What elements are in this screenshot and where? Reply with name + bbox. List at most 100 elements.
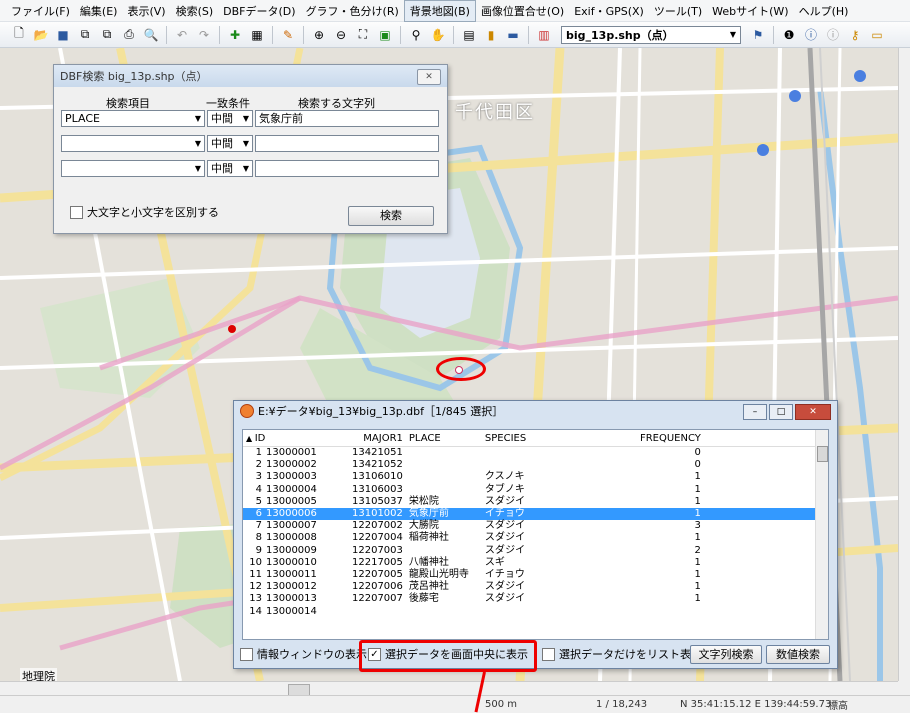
close-icon[interactable]: ✕ bbox=[417, 69, 441, 85]
column-header-id[interactable]: ▲ ID bbox=[243, 430, 320, 447]
table-row[interactable]: 2 13000002 13421052 0 bbox=[243, 459, 817, 471]
checkbox-box[interactable] bbox=[70, 205, 83, 219]
menu-item[interactable]: ヘルプ(H) bbox=[794, 1, 854, 21]
list-selected-only-checkbox[interactable]: 選択データだけをリスト表示 bbox=[542, 646, 702, 662]
cell-major1: 13421052 bbox=[352, 459, 403, 471]
close-icon[interactable]: ✕ bbox=[795, 404, 831, 420]
table-row[interactable]: 9 13000009 12207003 スダジイ 2 bbox=[243, 545, 817, 557]
table-row[interactable]: 13 13000013 12207007 後藤宅 スダジイ 1 bbox=[243, 593, 817, 605]
layer-settings-icon[interactable]: ⚑ bbox=[749, 26, 767, 44]
cell-place bbox=[406, 484, 482, 496]
map-horizontal-scrollbar[interactable] bbox=[0, 681, 898, 696]
redo-icon[interactable]: ↷ bbox=[195, 26, 213, 44]
show-info-window-checkbox[interactable]: 情報ウィンドウの表示 bbox=[240, 646, 367, 662]
zoom-out-icon[interactable]: ⊖ bbox=[332, 26, 350, 44]
table-row[interactable]: 1 13000001 13421051 0 bbox=[243, 447, 817, 460]
table-row[interactable]: 12 13000012 12207006 茂呂神社 スダジイ 1 bbox=[243, 581, 817, 593]
menu-item[interactable]: ツール(T) bbox=[649, 1, 707, 21]
menu-item[interactable]: 画像位置合せ(O) bbox=[476, 1, 569, 21]
open-icon[interactable]: 📂 bbox=[32, 26, 50, 44]
field-select[interactable]: ▼ bbox=[61, 135, 205, 152]
checkbox-box[interactable] bbox=[240, 647, 253, 661]
probe-icon[interactable]: ⚷ bbox=[846, 26, 864, 44]
match-select[interactable]: 中間 ▼ bbox=[207, 135, 253, 152]
edit-icon[interactable]: ✎ bbox=[279, 26, 297, 44]
numeric-search-button[interactable]: 数値検索 bbox=[766, 644, 830, 664]
attribute-table[interactable]: ▲ ID MAJOR1 PLACE SPECIES FREQUENCY 1 130… bbox=[242, 429, 829, 640]
add-layer-icon[interactable]: ✚ bbox=[226, 26, 244, 44]
zoom-layer-icon[interactable]: ▣ bbox=[376, 26, 394, 44]
column-header-place[interactable]: PLACE bbox=[405, 430, 482, 447]
cell-major1: 13101002 bbox=[319, 507, 406, 521]
table-row[interactable]: 8 13000008 12207004 稲荷神社 スダジイ 1 bbox=[243, 532, 817, 544]
match-select[interactable]: 中間 ▼ bbox=[207, 160, 253, 177]
status-coords: N 35:41:15.12 E 139:44:59.73 bbox=[680, 699, 832, 710]
zoom-extent-icon[interactable]: ⛶ bbox=[354, 26, 372, 44]
layer-manager-icon[interactable]: ▦ bbox=[248, 26, 266, 44]
paste-icon[interactable]: ⧉ bbox=[98, 26, 116, 44]
menu-item[interactable]: ファイル(F) bbox=[6, 1, 75, 21]
match-select-value: 中間 bbox=[211, 162, 233, 175]
map-vertical-scrollbar[interactable] bbox=[898, 48, 910, 681]
id-value: 13000012 bbox=[266, 581, 317, 593]
table-row[interactable]: 3 13000003 13106010 クスノキ 1 bbox=[243, 471, 817, 483]
info2-icon[interactable]: ⓘ bbox=[802, 26, 820, 44]
column-header-frequency[interactable]: FREQUENCY bbox=[567, 430, 704, 447]
menu-item[interactable]: 編集(E) bbox=[75, 1, 123, 21]
case-sensitive-checkbox[interactable]: 大文字と小文字を区別する bbox=[70, 204, 219, 220]
menu-item[interactable]: DBFデータ(D) bbox=[218, 1, 300, 21]
field-select[interactable]: ▼ bbox=[61, 160, 205, 177]
field-column-header: 検索項目 bbox=[106, 97, 150, 110]
row-number: 5 bbox=[255, 495, 262, 507]
table-row[interactable]: 5 13000005 13105037 栄松院 スダジイ 1 bbox=[243, 496, 817, 508]
info3-icon[interactable]: ⓘ bbox=[824, 26, 842, 44]
layer-select[interactable]: big_13p.shp（点） ▼ bbox=[561, 25, 741, 44]
copy-icon[interactable]: ⧉ bbox=[76, 26, 94, 44]
column-header-major1[interactable]: MAJOR1 bbox=[319, 430, 406, 447]
table-row[interactable]: 11 13000011 12207005 龍殿山光明寺 イチョウ 1 bbox=[243, 569, 817, 581]
find-icon[interactable]: ⚲ bbox=[407, 26, 425, 44]
new-icon[interactable]: 🗋 bbox=[10, 26, 28, 44]
classify-icon[interactable]: ▥ bbox=[535, 26, 553, 44]
maximize-icon[interactable]: □ bbox=[769, 404, 793, 420]
table-row[interactable]: 14 13000014 bbox=[243, 605, 817, 617]
undo-icon[interactable]: ↶ bbox=[173, 26, 191, 44]
print-icon[interactable]: ⎙ bbox=[120, 26, 138, 44]
pan-icon[interactable]: ✋ bbox=[429, 26, 447, 44]
cell-frequency: 1 bbox=[694, 593, 701, 605]
table-row[interactable]: 4 13000004 13106003 タブノキ 1 bbox=[243, 484, 817, 496]
search-text-input[interactable]: 気象庁前 bbox=[255, 110, 439, 127]
table-row[interactable]: 7 13000007 12207002 大勝院 スダジイ 3 bbox=[243, 520, 817, 532]
cell-species: イチョウ bbox=[481, 507, 568, 521]
search-text-input[interactable] bbox=[255, 160, 439, 177]
checkbox-box[interactable] bbox=[542, 647, 555, 661]
preview-icon[interactable]: 🔍 bbox=[142, 26, 160, 44]
field-select[interactable]: PLACE ▼ bbox=[61, 110, 205, 127]
text-search-button[interactable]: 文字列検索 bbox=[690, 644, 762, 664]
scrollbar-thumb[interactable] bbox=[817, 446, 828, 462]
minimize-icon[interactable]: – bbox=[743, 404, 767, 420]
chart-icon[interactable]: ▮ bbox=[482, 26, 500, 44]
dialog-titlebar[interactable]: DBF検索 big_13p.shp（点） bbox=[54, 65, 447, 87]
cell-major1: 12217005 bbox=[352, 556, 403, 568]
table-row[interactable]: 10 13000010 12217005 八幡神社 スギ 1 bbox=[243, 557, 817, 569]
table-icon[interactable]: ▤ bbox=[460, 26, 478, 44]
table-vertical-scrollbar[interactable] bbox=[815, 430, 828, 639]
ruler-icon[interactable]: ▭ bbox=[868, 26, 886, 44]
search-text-input[interactable] bbox=[255, 135, 439, 152]
match-select[interactable]: 中間 ▼ bbox=[207, 110, 253, 127]
info-icon[interactable]: ❶ bbox=[780, 26, 798, 44]
table-row[interactable]: 6 13000006 13101002 気象庁前 イチョウ 1 bbox=[243, 507, 817, 521]
column-header-species[interactable]: SPECIES bbox=[481, 430, 568, 447]
save-icon[interactable]: ■ bbox=[54, 26, 72, 44]
menu-item[interactable]: 表示(V) bbox=[122, 1, 170, 21]
menu-item[interactable]: Exif・GPS(X) bbox=[569, 1, 649, 21]
search-button[interactable]: 検索 bbox=[348, 206, 434, 226]
cell-empty bbox=[704, 484, 817, 496]
zoom-in-icon[interactable]: ⊕ bbox=[310, 26, 328, 44]
legend-icon[interactable]: ▬ bbox=[504, 26, 522, 44]
menu-item[interactable]: Webサイト(W) bbox=[707, 1, 793, 21]
menu-item[interactable]: 検索(S) bbox=[171, 1, 219, 21]
menu-item[interactable]: 背景地図(B) bbox=[403, 0, 476, 22]
menu-item[interactable]: グラフ・色分け(R) bbox=[301, 1, 404, 21]
